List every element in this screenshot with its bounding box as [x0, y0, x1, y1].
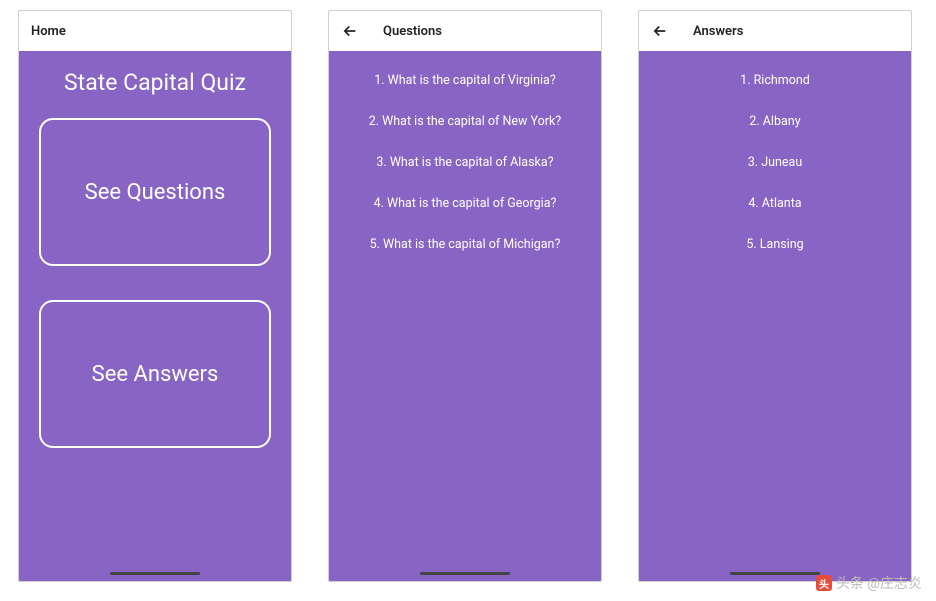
list-item: 4. What is the capital of Georgia? [337, 196, 593, 211]
page-title: State Capital Quiz [64, 69, 246, 96]
appbar: Home [19, 11, 291, 51]
see-answers-button[interactable]: See Answers [39, 300, 271, 448]
home-screen: Home State Capital Quiz See Questions Se… [18, 10, 292, 582]
list-item: 2. What is the capital of New York? [337, 114, 593, 129]
home-content: State Capital Quiz See Questions See Ans… [19, 51, 291, 581]
list-item: 5. Lansing [647, 237, 903, 252]
list-item: 5. What is the capital of Michigan? [337, 237, 593, 252]
appbar: Questions [329, 11, 601, 51]
nav-handle[interactable] [110, 572, 200, 575]
list-item: 1. What is the capital of Virginia? [337, 73, 593, 88]
appbar-title: Home [31, 24, 66, 39]
list-item: 2. Albany [647, 114, 903, 129]
answers-list: 1. Richmond 2. Albany 3. Juneau 4. Atlan… [639, 51, 911, 581]
questions-screen: Questions 1. What is the capital of Virg… [328, 10, 602, 582]
appbar: Answers [639, 11, 911, 51]
list-item: 1. Richmond [647, 73, 903, 88]
see-questions-button[interactable]: See Questions [39, 118, 271, 266]
list-item: 4. Atlanta [647, 196, 903, 211]
watermark-text: 头条 @庄志炎 [836, 573, 922, 593]
list-item: 3. What is the capital of Alaska? [337, 155, 593, 170]
questions-list: 1. What is the capital of Virginia? 2. W… [329, 51, 601, 581]
appbar-title: Answers [693, 24, 743, 39]
button-label: See Questions [85, 180, 226, 205]
nav-handle[interactable] [420, 572, 510, 575]
watermark: 头 头条 @庄志炎 [816, 573, 922, 593]
appbar-title: Questions [383, 24, 442, 39]
back-arrow-icon[interactable] [341, 22, 359, 40]
button-label: See Answers [92, 362, 219, 387]
nav-handle[interactable] [730, 572, 820, 575]
toutiao-logo-icon: 头 [816, 575, 832, 591]
list-item: 3. Juneau [647, 155, 903, 170]
back-arrow-icon[interactable] [651, 22, 669, 40]
answers-screen: Answers 1. Richmond 2. Albany 3. Juneau … [638, 10, 912, 582]
